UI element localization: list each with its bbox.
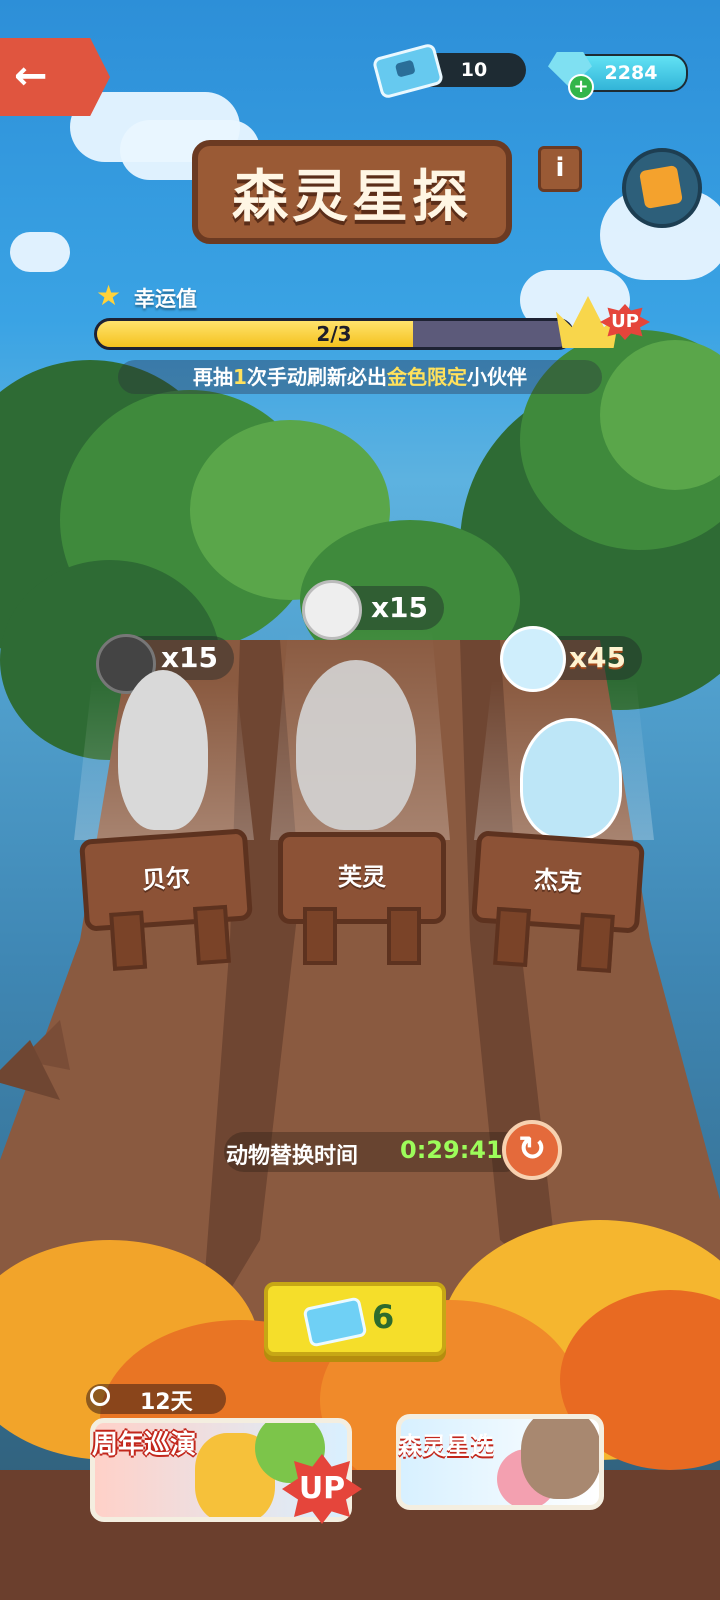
swap-timer-value: 0:29:41 — [400, 1136, 503, 1164]
pedestal-leg — [387, 907, 421, 965]
draw-button[interactable]: 6 — [264, 1282, 446, 1356]
gem-count: 2284 — [604, 62, 658, 84]
character-name: 杰克 — [533, 865, 583, 897]
star-icon: ★ — [96, 279, 122, 312]
pedestal-leg — [303, 907, 337, 965]
hint-highlight: 金色限定 — [386, 365, 467, 389]
hint-mid: 次手动刷新必出 — [246, 365, 387, 389]
pedestal-leg — [192, 904, 231, 966]
luck-label: 幸运值 — [134, 287, 197, 311]
gift-icon — [638, 164, 684, 210]
plus-icon[interactable]: + — [568, 74, 594, 100]
pedestal-leg — [109, 910, 148, 971]
luck-progress-text: 2/3 — [316, 322, 352, 346]
pedestal-fuling[interactable]: 芙灵 — [278, 832, 446, 965]
refresh-button[interactable]: ↻ — [502, 1120, 562, 1180]
cloud — [10, 232, 70, 272]
hint-count: 1 — [233, 365, 247, 389]
ticket-count: 10 — [460, 59, 488, 81]
fuling-character[interactable] — [296, 660, 416, 830]
refresh-icon: ↻ — [517, 1129, 547, 1169]
pedestal-jack[interactable]: 杰克 — [470, 830, 646, 973]
pedestal-bell[interactable]: 贝尔 — [78, 828, 254, 971]
pedestal-leg — [576, 912, 615, 973]
character-name: 贝尔 — [141, 863, 191, 895]
back-arrow-icon: ← — [14, 53, 48, 99]
fuling-avatar-icon — [302, 580, 362, 640]
event-days-left: 12天 — [140, 1390, 193, 1415]
gift-button[interactable] — [622, 148, 702, 228]
draw-cost: 6 — [372, 1298, 395, 1336]
hint-prefix: 再抽 — [193, 365, 234, 389]
clock-icon — [90, 1386, 110, 1406]
jack-avatar-icon — [500, 626, 566, 692]
bell-character[interactable] — [118, 670, 208, 830]
swap-timer-label: 动物替换时间 — [226, 1144, 359, 1169]
pedestal-leg — [493, 906, 532, 968]
luck-progress-bar: 2/3 — [94, 318, 574, 350]
event-selection-title: 森灵星选 — [398, 1432, 494, 1460]
back-button[interactable]: ← — [0, 38, 110, 116]
info-icon[interactable]: i — [538, 146, 582, 192]
luck-hint: 再抽1次手动刷新必出金色限定小伙伴 — [118, 360, 602, 394]
page-title: 森灵星探 — [192, 140, 512, 244]
character-name: 芙灵 — [338, 863, 386, 891]
event-art — [521, 1419, 599, 1499]
ticket-icon — [302, 1296, 368, 1348]
event-anniversary-title: 周年巡演 — [92, 1430, 197, 1460]
jack-character[interactable] — [520, 718, 622, 840]
hint-suffix: 小伙伴 — [466, 365, 527, 389]
